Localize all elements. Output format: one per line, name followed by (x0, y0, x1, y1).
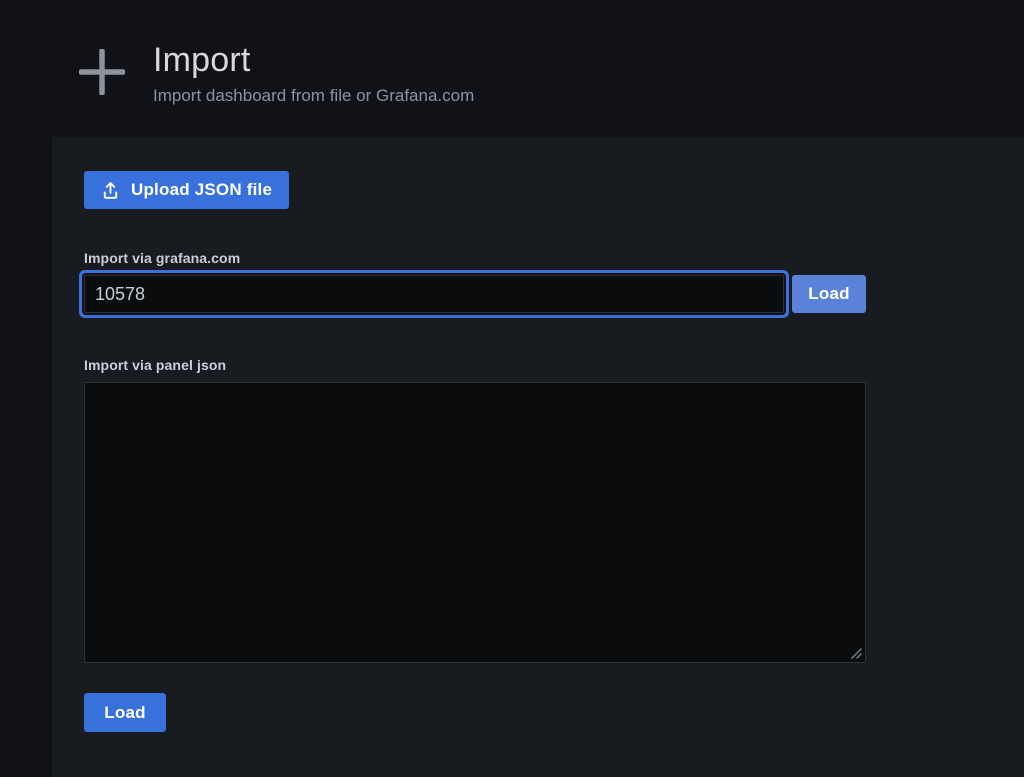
upload-json-button[interactable]: Upload JSON file (84, 171, 289, 209)
gcom-load-button[interactable]: Load (792, 275, 866, 313)
plus-icon (79, 49, 125, 95)
panel-json-textarea[interactable] (84, 382, 866, 663)
resize-handle-icon[interactable] (850, 647, 863, 660)
gcom-label: Import via grafana.com (84, 250, 1024, 266)
upload-icon (101, 181, 120, 200)
gcom-input[interactable] (84, 275, 784, 313)
panel-json-textarea-wrap (84, 382, 866, 663)
panel-json-load-button[interactable]: Load (84, 693, 166, 732)
content-panel: Upload JSON file Import via grafana.com … (52, 137, 1024, 777)
gcom-input-row: Load (84, 275, 1024, 313)
upload-json-button-label: Upload JSON file (131, 180, 272, 200)
page-header: Import Import dashboard from file or Gra… (0, 0, 1024, 137)
page-title: Import (153, 42, 474, 79)
page-subtitle: Import dashboard from file or Grafana.co… (153, 86, 474, 106)
panel-json-label: Import via panel json (84, 357, 1024, 373)
